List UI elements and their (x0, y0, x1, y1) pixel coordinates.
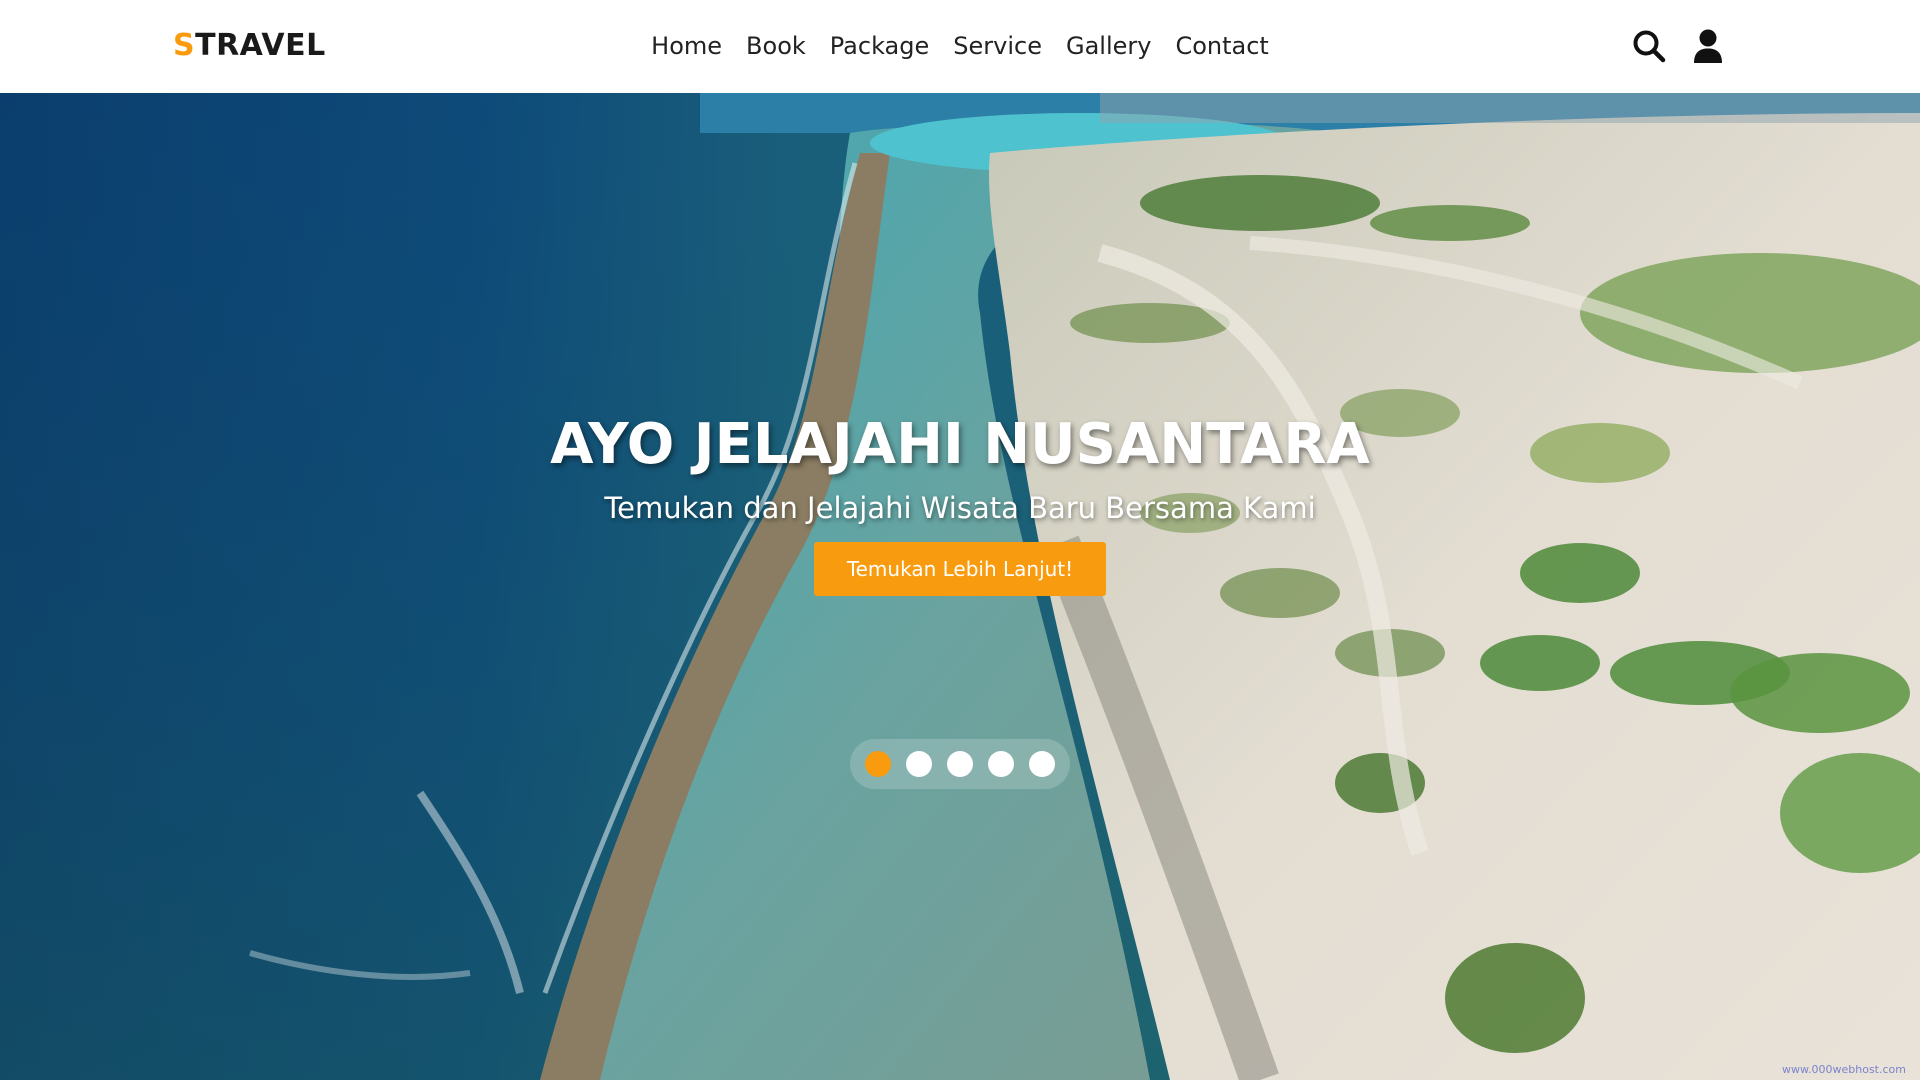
hero-slider: AYO JELAJAHI NUSANTARA Temukan dan Jelaj… (0, 93, 1920, 1080)
nav-item-package[interactable]: Package (818, 28, 941, 64)
search-button[interactable] (1631, 27, 1667, 65)
nav-item-gallery[interactable]: Gallery (1054, 28, 1163, 64)
hero-title: AYO JELAJAHI NUSANTARA (550, 412, 1370, 477)
nav-item-contact[interactable]: Contact (1163, 28, 1280, 64)
search-icon (1633, 30, 1666, 63)
hero-content: AYO JELAJAHI NUSANTARA Temukan dan Jelaj… (0, 410, 1920, 596)
nav-item-book[interactable]: Book (734, 28, 818, 64)
hosting-watermark[interactable]: www.000webhost.com (1782, 1063, 1906, 1076)
slider-dot-2[interactable] (906, 751, 932, 777)
hero-subtitle: Temukan dan Jelajahi Wisata Baru Bersama… (604, 491, 1316, 525)
cta-button[interactable]: Temukan Lebih Lanjut! (814, 542, 1106, 596)
slider-dot-5[interactable] (1029, 751, 1055, 777)
slider-dot-1[interactable] (865, 751, 891, 777)
user-button[interactable] (1690, 27, 1726, 65)
nav-item-service[interactable]: Service (941, 28, 1054, 64)
header-actions (1631, 27, 1726, 65)
slider-dot-3[interactable] (947, 751, 973, 777)
nav-item-home[interactable]: Home (639, 28, 734, 64)
slider-dots (850, 739, 1070, 789)
user-icon (1694, 29, 1722, 63)
site-header: STRAVEL Home Book Package Service Galler… (0, 0, 1920, 93)
slider-dot-4[interactable] (988, 751, 1014, 777)
